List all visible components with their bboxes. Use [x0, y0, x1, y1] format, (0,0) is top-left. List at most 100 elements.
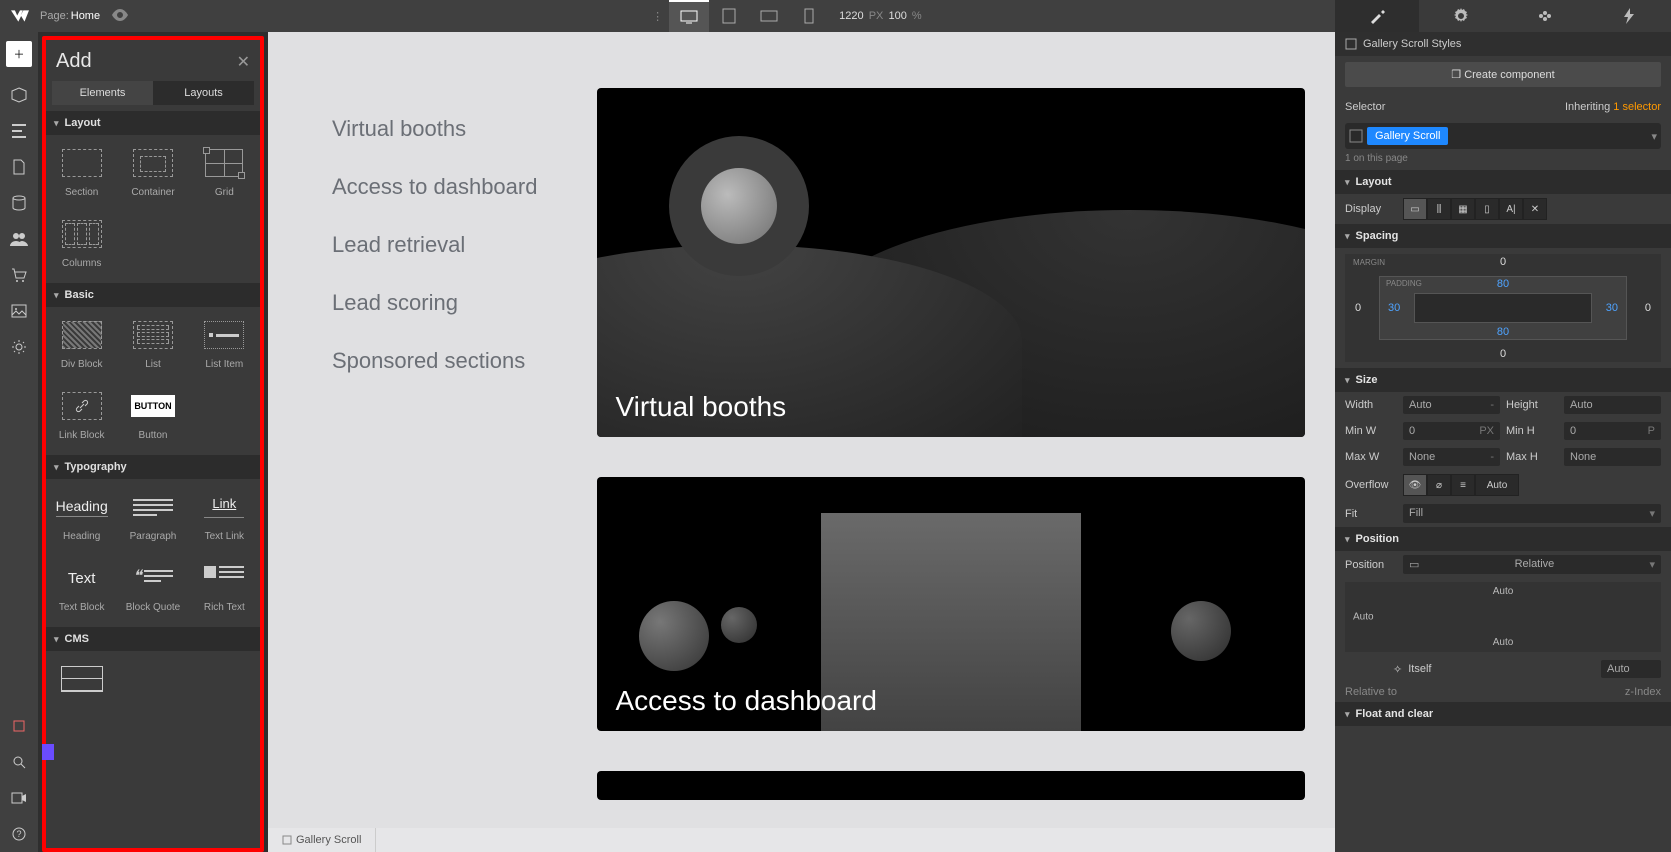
breadcrumb-item[interactable]: Gallery Scroll	[268, 828, 376, 852]
ecommerce-icon[interactable]	[0, 257, 38, 293]
help-icon[interactable]: ?	[0, 816, 38, 852]
selection-handle[interactable]	[42, 744, 54, 760]
margin-top[interactable]: 0	[1500, 256, 1506, 268]
tab-elements[interactable]: Elements	[52, 81, 153, 105]
webflow-logo-icon[interactable]	[4, 0, 36, 32]
box-icon[interactable]	[0, 77, 38, 113]
display-none-button[interactable]: ✕	[1523, 198, 1547, 220]
fit-select[interactable]: Fill▾	[1403, 504, 1661, 523]
maxh-input[interactable]: None	[1564, 448, 1661, 466]
margin-left[interactable]: 0	[1355, 302, 1361, 314]
el-listitem[interactable]: List Item	[189, 307, 260, 378]
width-input[interactable]: Auto-	[1403, 396, 1500, 414]
padding-bottom[interactable]: 80	[1497, 326, 1509, 338]
maxw-input[interactable]: None-	[1403, 448, 1500, 466]
position-editor[interactable]: Auto Auto Auto	[1345, 582, 1661, 652]
el-linkblock[interactable]: Link Block	[46, 378, 117, 449]
preview-icon[interactable]	[112, 9, 128, 24]
chevron-down-icon[interactable]: ▾	[1651, 130, 1657, 143]
cat-cms[interactable]: CMS	[46, 627, 260, 651]
margin-right[interactable]: 0	[1645, 302, 1651, 314]
crosshair-icon[interactable]: ✧	[1393, 663, 1402, 676]
pos-bottom[interactable]: Auto	[1493, 637, 1514, 648]
margin-bottom[interactable]: 0	[1500, 348, 1506, 360]
cat-basic[interactable]: Basic	[46, 283, 260, 307]
position-select[interactable]: ▭ Relative▾	[1403, 555, 1661, 574]
section-float-clear[interactable]: Float and clear	[1335, 702, 1671, 726]
el-columns[interactable]: Columns	[46, 206, 117, 277]
overflow-hidden-button[interactable]: ⌀	[1427, 474, 1451, 496]
mobile-landscape-button[interactable]	[749, 0, 789, 32]
minw-input[interactable]: 0PX	[1403, 422, 1500, 440]
audit-icon[interactable]	[0, 708, 38, 744]
el-blockquote[interactable]: ❝Block Quote	[117, 550, 188, 621]
cat-layout[interactable]: Layout	[46, 111, 260, 135]
el-collection[interactable]	[46, 651, 117, 705]
add-elements-button[interactable]: ＋	[6, 41, 32, 67]
minh-input[interactable]: 0P	[1564, 422, 1661, 440]
el-button[interactable]: BUTTONButton	[117, 378, 188, 449]
height-input[interactable]: Auto	[1564, 396, 1661, 414]
card-peek[interactable]	[597, 771, 1305, 800]
overflow-scroll-button[interactable]: ≡	[1451, 474, 1475, 496]
feature-item[interactable]: Access to dashboard	[332, 174, 537, 200]
style-tab-icon[interactable]	[1335, 0, 1419, 32]
section-spacing[interactable]: Spacing	[1335, 224, 1671, 248]
interactions-tab-icon[interactable]	[1587, 0, 1671, 32]
feature-item[interactable]: Lead retrieval	[332, 232, 537, 258]
display-flex-button[interactable]: ⫼	[1427, 198, 1451, 220]
card-virtual-booths[interactable]: Virtual booths	[597, 88, 1305, 437]
close-icon[interactable]: ✕	[237, 52, 250, 72]
search-icon[interactable]	[0, 744, 38, 780]
display-inlineblock-button[interactable]: ▯	[1475, 198, 1499, 220]
el-container[interactable]: Container	[117, 135, 188, 206]
el-textblock[interactable]: TextText Block	[46, 550, 117, 621]
style-manager-tab-icon[interactable]	[1503, 0, 1587, 32]
feature-item[interactable]: Virtual booths	[332, 116, 537, 142]
card-dashboard[interactable]: Access to dashboard	[597, 477, 1305, 731]
el-grid[interactable]: Grid	[189, 135, 260, 206]
spacing-editor[interactable]: MARGIN 0 0 0 0 PADDING 80 80 30 30	[1345, 254, 1661, 362]
display-inline-button[interactable]: A|	[1499, 198, 1523, 220]
section-position[interactable]: Position	[1335, 527, 1671, 551]
kebab-icon[interactable]: ⋮	[652, 10, 663, 23]
mobile-portrait-button[interactable]	[789, 0, 829, 32]
padding-left[interactable]: 30	[1388, 302, 1400, 314]
inheriting-count[interactable]: 1 selector	[1613, 101, 1661, 113]
feature-item[interactable]: Lead scoring	[332, 290, 537, 316]
padding-right[interactable]: 30	[1606, 302, 1618, 314]
page-name[interactable]: Home	[71, 10, 100, 22]
overflow-auto-button[interactable]: Auto	[1475, 474, 1519, 496]
settings-icon[interactable]	[0, 329, 38, 365]
el-list[interactable]: List	[117, 307, 188, 378]
display-block-button[interactable]: ▭	[1403, 198, 1427, 220]
section-layout[interactable]: Layout	[1335, 170, 1671, 194]
desktop-viewport-button[interactable]	[669, 0, 709, 32]
pages-icon[interactable]	[0, 149, 38, 185]
navigator-icon[interactable]	[0, 113, 38, 149]
cms-icon[interactable]	[0, 185, 38, 221]
display-grid-button[interactable]: ▦	[1451, 198, 1475, 220]
padding-top[interactable]: 80	[1497, 278, 1509, 290]
pos-top[interactable]: Auto	[1493, 586, 1514, 597]
settings-tab-icon[interactable]	[1419, 0, 1503, 32]
assets-icon[interactable]	[0, 293, 38, 329]
create-component-button[interactable]: ❒ Create component	[1345, 62, 1661, 87]
el-textlink[interactable]: LinkText Link	[189, 479, 260, 550]
tab-layouts[interactable]: Layouts	[153, 81, 254, 105]
el-heading[interactable]: HeadingHeading	[46, 479, 117, 550]
feature-item[interactable]: Sponsored sections	[332, 348, 537, 374]
itself-value[interactable]: Auto	[1601, 660, 1661, 678]
video-icon[interactable]	[0, 780, 38, 816]
el-section[interactable]: Section	[46, 135, 117, 206]
el-divblock[interactable]: Div Block	[46, 307, 117, 378]
el-richtext[interactable]: Rich Text	[189, 550, 260, 621]
cat-typography[interactable]: Typography	[46, 455, 260, 479]
class-pill[interactable]: Gallery Scroll	[1367, 127, 1448, 145]
pos-left[interactable]: Auto	[1353, 612, 1374, 623]
tablet-viewport-button[interactable]	[709, 0, 749, 32]
class-selector[interactable]: Gallery Scroll ▾	[1345, 123, 1661, 149]
section-size[interactable]: Size	[1335, 368, 1671, 392]
el-paragraph[interactable]: Paragraph	[117, 479, 188, 550]
users-icon[interactable]	[0, 221, 38, 257]
